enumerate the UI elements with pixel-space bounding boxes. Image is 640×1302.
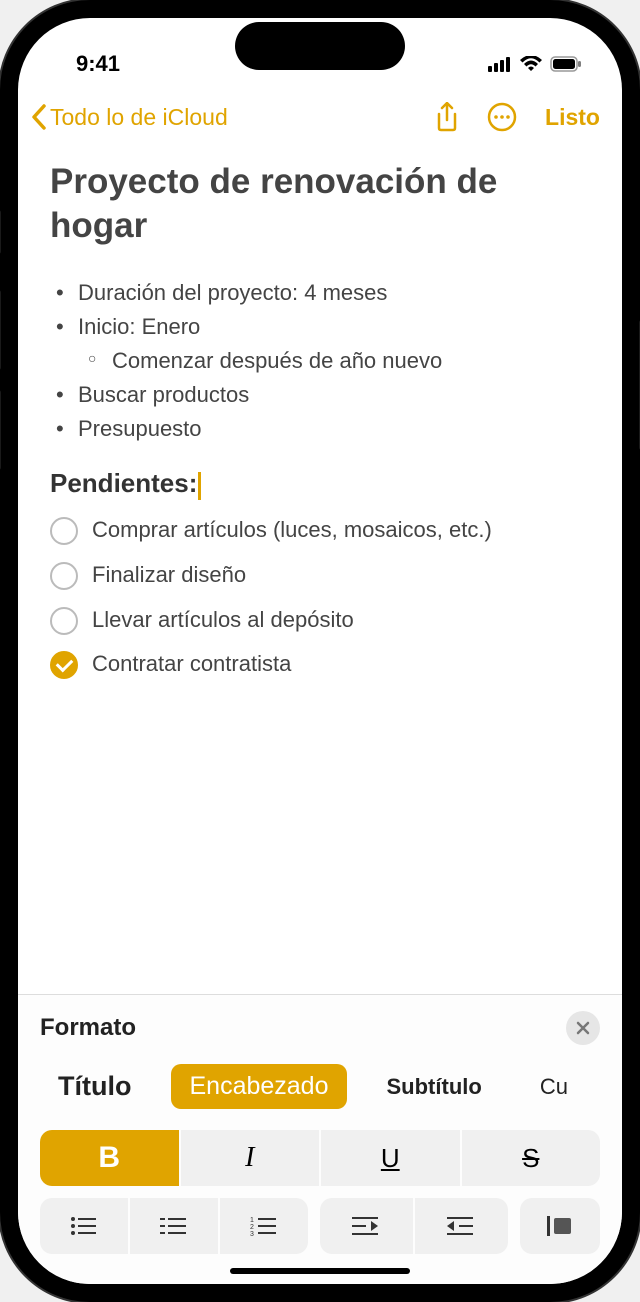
home-indicator[interactable]: [230, 1268, 410, 1274]
bold-button[interactable]: B: [40, 1130, 179, 1186]
share-button[interactable]: [435, 102, 459, 132]
text-style-row: Título Encabezado Subtítulo Cu: [18, 1063, 622, 1130]
dashed-list-icon: [160, 1215, 188, 1237]
svg-text:1: 1: [250, 1217, 254, 1224]
chevron-left-icon: [28, 103, 50, 131]
section-heading: Pendientes:: [50, 468, 197, 499]
more-button[interactable]: [487, 102, 517, 132]
indent-icon: [447, 1215, 475, 1237]
checkbox-unchecked[interactable]: [50, 517, 78, 545]
back-label: Todo lo de iCloud: [50, 104, 228, 131]
battery-icon: [550, 56, 582, 72]
wifi-icon: [520, 56, 542, 72]
underline-button[interactable]: U: [321, 1130, 460, 1186]
note-content[interactable]: Proyecto de renovación de hogar Duración…: [18, 142, 622, 994]
bulleted-list-icon: [70, 1215, 98, 1237]
bulleted-list-button[interactable]: [40, 1198, 128, 1254]
style-body[interactable]: Cu: [522, 1066, 586, 1108]
checklist-item: Finalizar diseño: [50, 560, 590, 591]
format-panel: Formato Título Encabezado Subtítulo Cu B…: [18, 994, 622, 1284]
block-quote-icon: [547, 1215, 573, 1237]
checklist-label: Llevar artículos al depósito: [92, 605, 354, 636]
nav-bar: Todo lo de iCloud Listo: [18, 88, 622, 142]
checklist: Comprar artículos (luces, mosaicos, etc.…: [50, 515, 590, 680]
style-subtitle[interactable]: Subtítulo: [369, 1066, 500, 1108]
format-title: Formato: [40, 1014, 136, 1042]
list-item: Duración del proyecto: 4 meses: [50, 276, 590, 310]
checklist-label: Comprar artículos (luces, mosaicos, etc.…: [92, 515, 492, 546]
strikethrough-button[interactable]: S: [462, 1130, 601, 1186]
checklist-item: Comprar artículos (luces, mosaicos, etc.…: [50, 515, 590, 546]
cellular-icon: [488, 56, 512, 72]
back-button[interactable]: Todo lo de iCloud: [28, 103, 427, 131]
format-buttons-row: B I U S: [18, 1130, 622, 1198]
style-heading[interactable]: Encabezado: [171, 1064, 346, 1109]
note-title: Proyecto de renovación de hogar: [50, 160, 590, 248]
checkbox-unchecked[interactable]: [50, 607, 78, 635]
block-quote-button[interactable]: [520, 1198, 600, 1254]
close-button[interactable]: [566, 1011, 600, 1045]
outdent-button[interactable]: [320, 1198, 413, 1254]
list-item: Inicio: Enero: [50, 310, 590, 344]
outdent-icon: [352, 1215, 380, 1237]
status-time: 9:41: [76, 51, 120, 77]
list-item: Comenzar después de año nuevo: [50, 344, 590, 378]
svg-text:3: 3: [250, 1231, 254, 1237]
list-item: Buscar productos: [50, 378, 590, 412]
bullet-list: Duración del proyecto: 4 meses Inicio: E…: [50, 276, 590, 446]
indent-button[interactable]: [415, 1198, 508, 1254]
checklist-label: Finalizar diseño: [92, 560, 246, 591]
numbered-list-button[interactable]: 123: [220, 1198, 308, 1254]
numbered-list-icon: 123: [250, 1215, 278, 1237]
list-buttons-row: 123: [18, 1198, 622, 1254]
checklist-item: Llevar artículos al depósito: [50, 605, 590, 636]
svg-text:2: 2: [250, 1224, 254, 1231]
checklist-label: Contratar contratista: [92, 649, 291, 680]
style-title[interactable]: Título: [40, 1063, 149, 1110]
italic-button[interactable]: I: [181, 1130, 320, 1186]
list-item: Presupuesto: [50, 412, 590, 446]
text-cursor: [198, 472, 201, 500]
dashed-list-button[interactable]: [130, 1198, 218, 1254]
checklist-item: Contratar contratista: [50, 649, 590, 680]
done-button[interactable]: Listo: [545, 104, 600, 131]
checkbox-unchecked[interactable]: [50, 562, 78, 590]
checkbox-checked[interactable]: [50, 651, 78, 679]
